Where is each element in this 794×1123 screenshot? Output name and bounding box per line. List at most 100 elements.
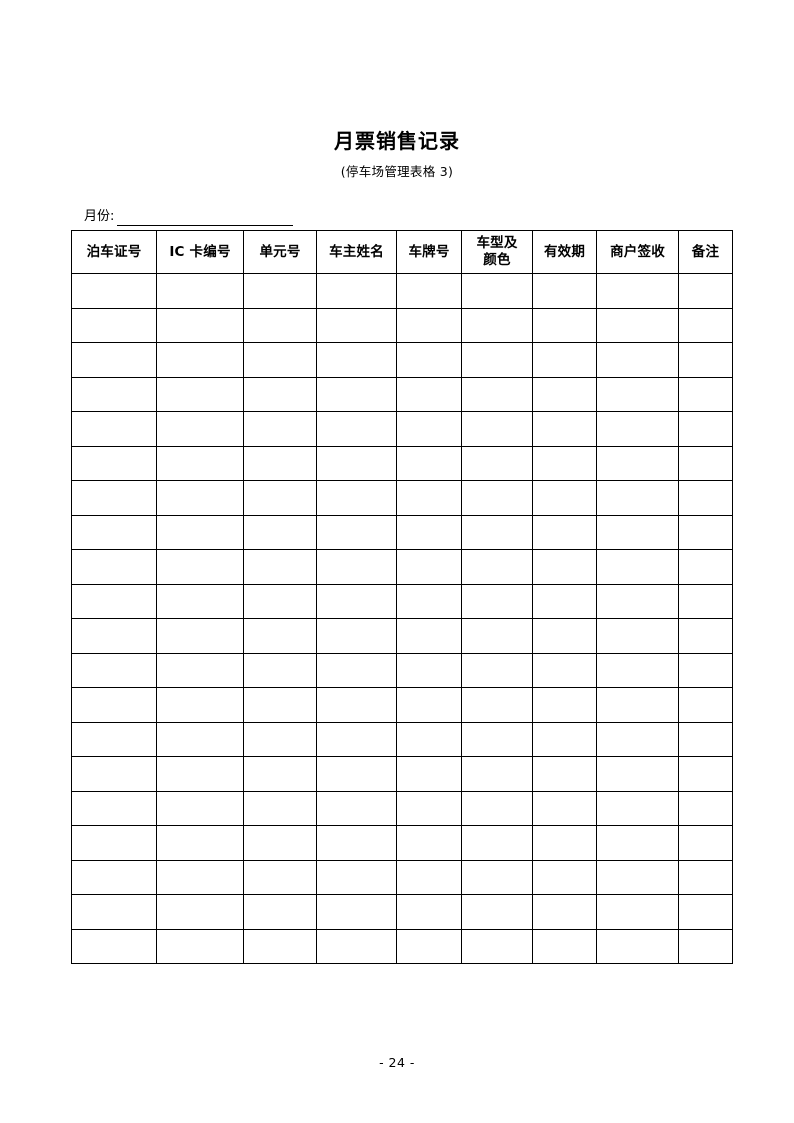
table-cell[interactable] bbox=[156, 652, 244, 688]
table-cell[interactable] bbox=[156, 756, 244, 792]
table-cell[interactable] bbox=[596, 687, 679, 723]
table-cell[interactable] bbox=[396, 825, 462, 861]
table-cell[interactable] bbox=[678, 790, 733, 826]
table-cell[interactable] bbox=[678, 652, 733, 688]
table-cell[interactable] bbox=[532, 618, 597, 654]
table-cell[interactable] bbox=[396, 756, 462, 792]
table-cell[interactable] bbox=[243, 273, 317, 309]
table-cell[interactable] bbox=[596, 894, 679, 930]
table-cell[interactable] bbox=[243, 928, 317, 964]
table-cell[interactable] bbox=[532, 825, 597, 861]
table-cell[interactable] bbox=[71, 825, 157, 861]
table-cell[interactable] bbox=[532, 514, 597, 550]
table-cell[interactable] bbox=[156, 549, 244, 585]
table-row[interactable] bbox=[71, 514, 733, 550]
table-cell[interactable] bbox=[243, 790, 317, 826]
table-cell[interactable] bbox=[678, 928, 733, 964]
table-row[interactable] bbox=[71, 894, 733, 930]
table-cell[interactable] bbox=[71, 583, 157, 619]
table-cell[interactable] bbox=[461, 480, 533, 516]
table-cell[interactable] bbox=[532, 790, 597, 826]
table-cell[interactable] bbox=[156, 790, 244, 826]
table-row[interactable] bbox=[71, 342, 733, 378]
table-cell[interactable] bbox=[461, 583, 533, 619]
table-cell[interactable] bbox=[396, 411, 462, 447]
table-cell[interactable] bbox=[678, 756, 733, 792]
table-cell[interactable] bbox=[316, 342, 397, 378]
table-row[interactable] bbox=[71, 549, 733, 585]
table-cell[interactable] bbox=[156, 411, 244, 447]
table-cell[interactable] bbox=[596, 583, 679, 619]
table-row[interactable] bbox=[71, 652, 733, 688]
table-cell[interactable] bbox=[396, 859, 462, 895]
table-cell[interactable] bbox=[678, 859, 733, 895]
table-cell[interactable] bbox=[461, 687, 533, 723]
table-cell[interactable] bbox=[532, 307, 597, 343]
table-row[interactable] bbox=[71, 721, 733, 757]
table-cell[interactable] bbox=[678, 480, 733, 516]
table-cell[interactable] bbox=[316, 618, 397, 654]
table-cell[interactable] bbox=[461, 721, 533, 757]
table-cell[interactable] bbox=[532, 894, 597, 930]
table-cell[interactable] bbox=[596, 411, 679, 447]
table-cell[interactable] bbox=[316, 445, 397, 481]
table-cell[interactable] bbox=[396, 687, 462, 723]
table-cell[interactable] bbox=[71, 687, 157, 723]
table-cell[interactable] bbox=[243, 583, 317, 619]
table-cell[interactable] bbox=[461, 928, 533, 964]
table-cell[interactable] bbox=[461, 514, 533, 550]
table-cell[interactable] bbox=[678, 273, 733, 309]
table-cell[interactable] bbox=[461, 859, 533, 895]
table-cell[interactable] bbox=[532, 583, 597, 619]
table-cell[interactable] bbox=[316, 583, 397, 619]
table-cell[interactable] bbox=[71, 307, 157, 343]
table-cell[interactable] bbox=[461, 445, 533, 481]
table-cell[interactable] bbox=[461, 894, 533, 930]
table-cell[interactable] bbox=[678, 514, 733, 550]
table-cell[interactable] bbox=[316, 411, 397, 447]
table-cell[interactable] bbox=[596, 721, 679, 757]
table-cell[interactable] bbox=[71, 376, 157, 412]
table-cell[interactable] bbox=[461, 790, 533, 826]
table-cell[interactable] bbox=[156, 618, 244, 654]
table-cell[interactable] bbox=[396, 618, 462, 654]
table-cell[interactable] bbox=[316, 687, 397, 723]
table-cell[interactable] bbox=[316, 825, 397, 861]
table-cell[interactable] bbox=[71, 445, 157, 481]
table-row[interactable] bbox=[71, 583, 733, 619]
table-cell[interactable] bbox=[396, 342, 462, 378]
table-row[interactable] bbox=[71, 307, 733, 343]
table-cell[interactable] bbox=[243, 618, 317, 654]
table-cell[interactable] bbox=[596, 480, 679, 516]
table-cell[interactable] bbox=[156, 445, 244, 481]
table-cell[interactable] bbox=[316, 790, 397, 826]
table-cell[interactable] bbox=[316, 928, 397, 964]
table-cell[interactable] bbox=[156, 273, 244, 309]
table-cell[interactable] bbox=[71, 549, 157, 585]
table-row[interactable] bbox=[71, 859, 733, 895]
table-cell[interactable] bbox=[71, 756, 157, 792]
table-cell[interactable] bbox=[243, 480, 317, 516]
table-cell[interactable] bbox=[532, 411, 597, 447]
table-cell[interactable] bbox=[461, 411, 533, 447]
table-row[interactable] bbox=[71, 756, 733, 792]
table-cell[interactable] bbox=[396, 514, 462, 550]
table-cell[interactable] bbox=[316, 894, 397, 930]
table-cell[interactable] bbox=[596, 756, 679, 792]
table-cell[interactable] bbox=[596, 859, 679, 895]
table-cell[interactable] bbox=[243, 514, 317, 550]
table-cell[interactable] bbox=[71, 618, 157, 654]
table-cell[interactable] bbox=[156, 825, 244, 861]
table-cell[interactable] bbox=[396, 376, 462, 412]
table-cell[interactable] bbox=[596, 790, 679, 826]
table-cell[interactable] bbox=[678, 618, 733, 654]
table-row[interactable] bbox=[71, 928, 733, 964]
table-cell[interactable] bbox=[71, 859, 157, 895]
table-cell[interactable] bbox=[396, 480, 462, 516]
table-cell[interactable] bbox=[316, 376, 397, 412]
table-cell[interactable] bbox=[596, 342, 679, 378]
table-cell[interactable] bbox=[156, 583, 244, 619]
table-cell[interactable] bbox=[396, 721, 462, 757]
table-cell[interactable] bbox=[596, 445, 679, 481]
table-cell[interactable] bbox=[396, 928, 462, 964]
